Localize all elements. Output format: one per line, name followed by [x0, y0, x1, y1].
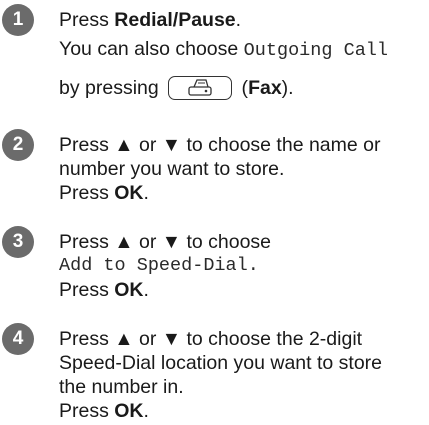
step-number-badge: 2 — [2, 129, 34, 161]
step-4-line-3: the number in. — [59, 376, 184, 398]
ok-key-label: OK — [114, 400, 144, 422]
step-number-badge: 3 — [2, 226, 34, 258]
ok-key-label: OK — [114, 182, 144, 204]
fax-icon — [188, 79, 212, 96]
step-4-line-2: Speed-Dial location you want to store — [59, 352, 383, 374]
step-3-line-1: Press ▲ or ▼ to choose — [59, 231, 272, 253]
fax-key-label: Fax — [248, 77, 282, 99]
step-4-line-1: Press ▲ or ▼ to choose the 2-digit — [59, 328, 363, 350]
lcd-text-add-to-speed-dial: Add to Speed-Dial. — [59, 255, 259, 276]
step-1-line-3: by pressing (Fax). — [59, 76, 294, 100]
step-number-badge: 1 — [2, 4, 34, 36]
step-number-badge: 4 — [2, 323, 34, 355]
ok-key-label: OK — [114, 279, 144, 301]
step-1-line-2: You can also choose Outgoing Call — [59, 38, 388, 61]
step-2-line-1: Press ▲ or ▼ to choose the name or — [59, 134, 381, 156]
step-1-line-1: Press Redial/Pause. — [59, 9, 242, 31]
step-3-line-3: Press OK. — [59, 279, 149, 301]
fax-key-icon — [168, 76, 233, 100]
lcd-text-outgoing-call: Outgoing Call — [243, 40, 388, 61]
step-4-line-4: Press OK. — [59, 400, 149, 422]
step-2-line-2: number you want to store. — [59, 158, 285, 180]
step-2-line-3: Press OK. — [59, 182, 149, 204]
redial-pause-key-label: Redial/Pause — [114, 9, 236, 31]
